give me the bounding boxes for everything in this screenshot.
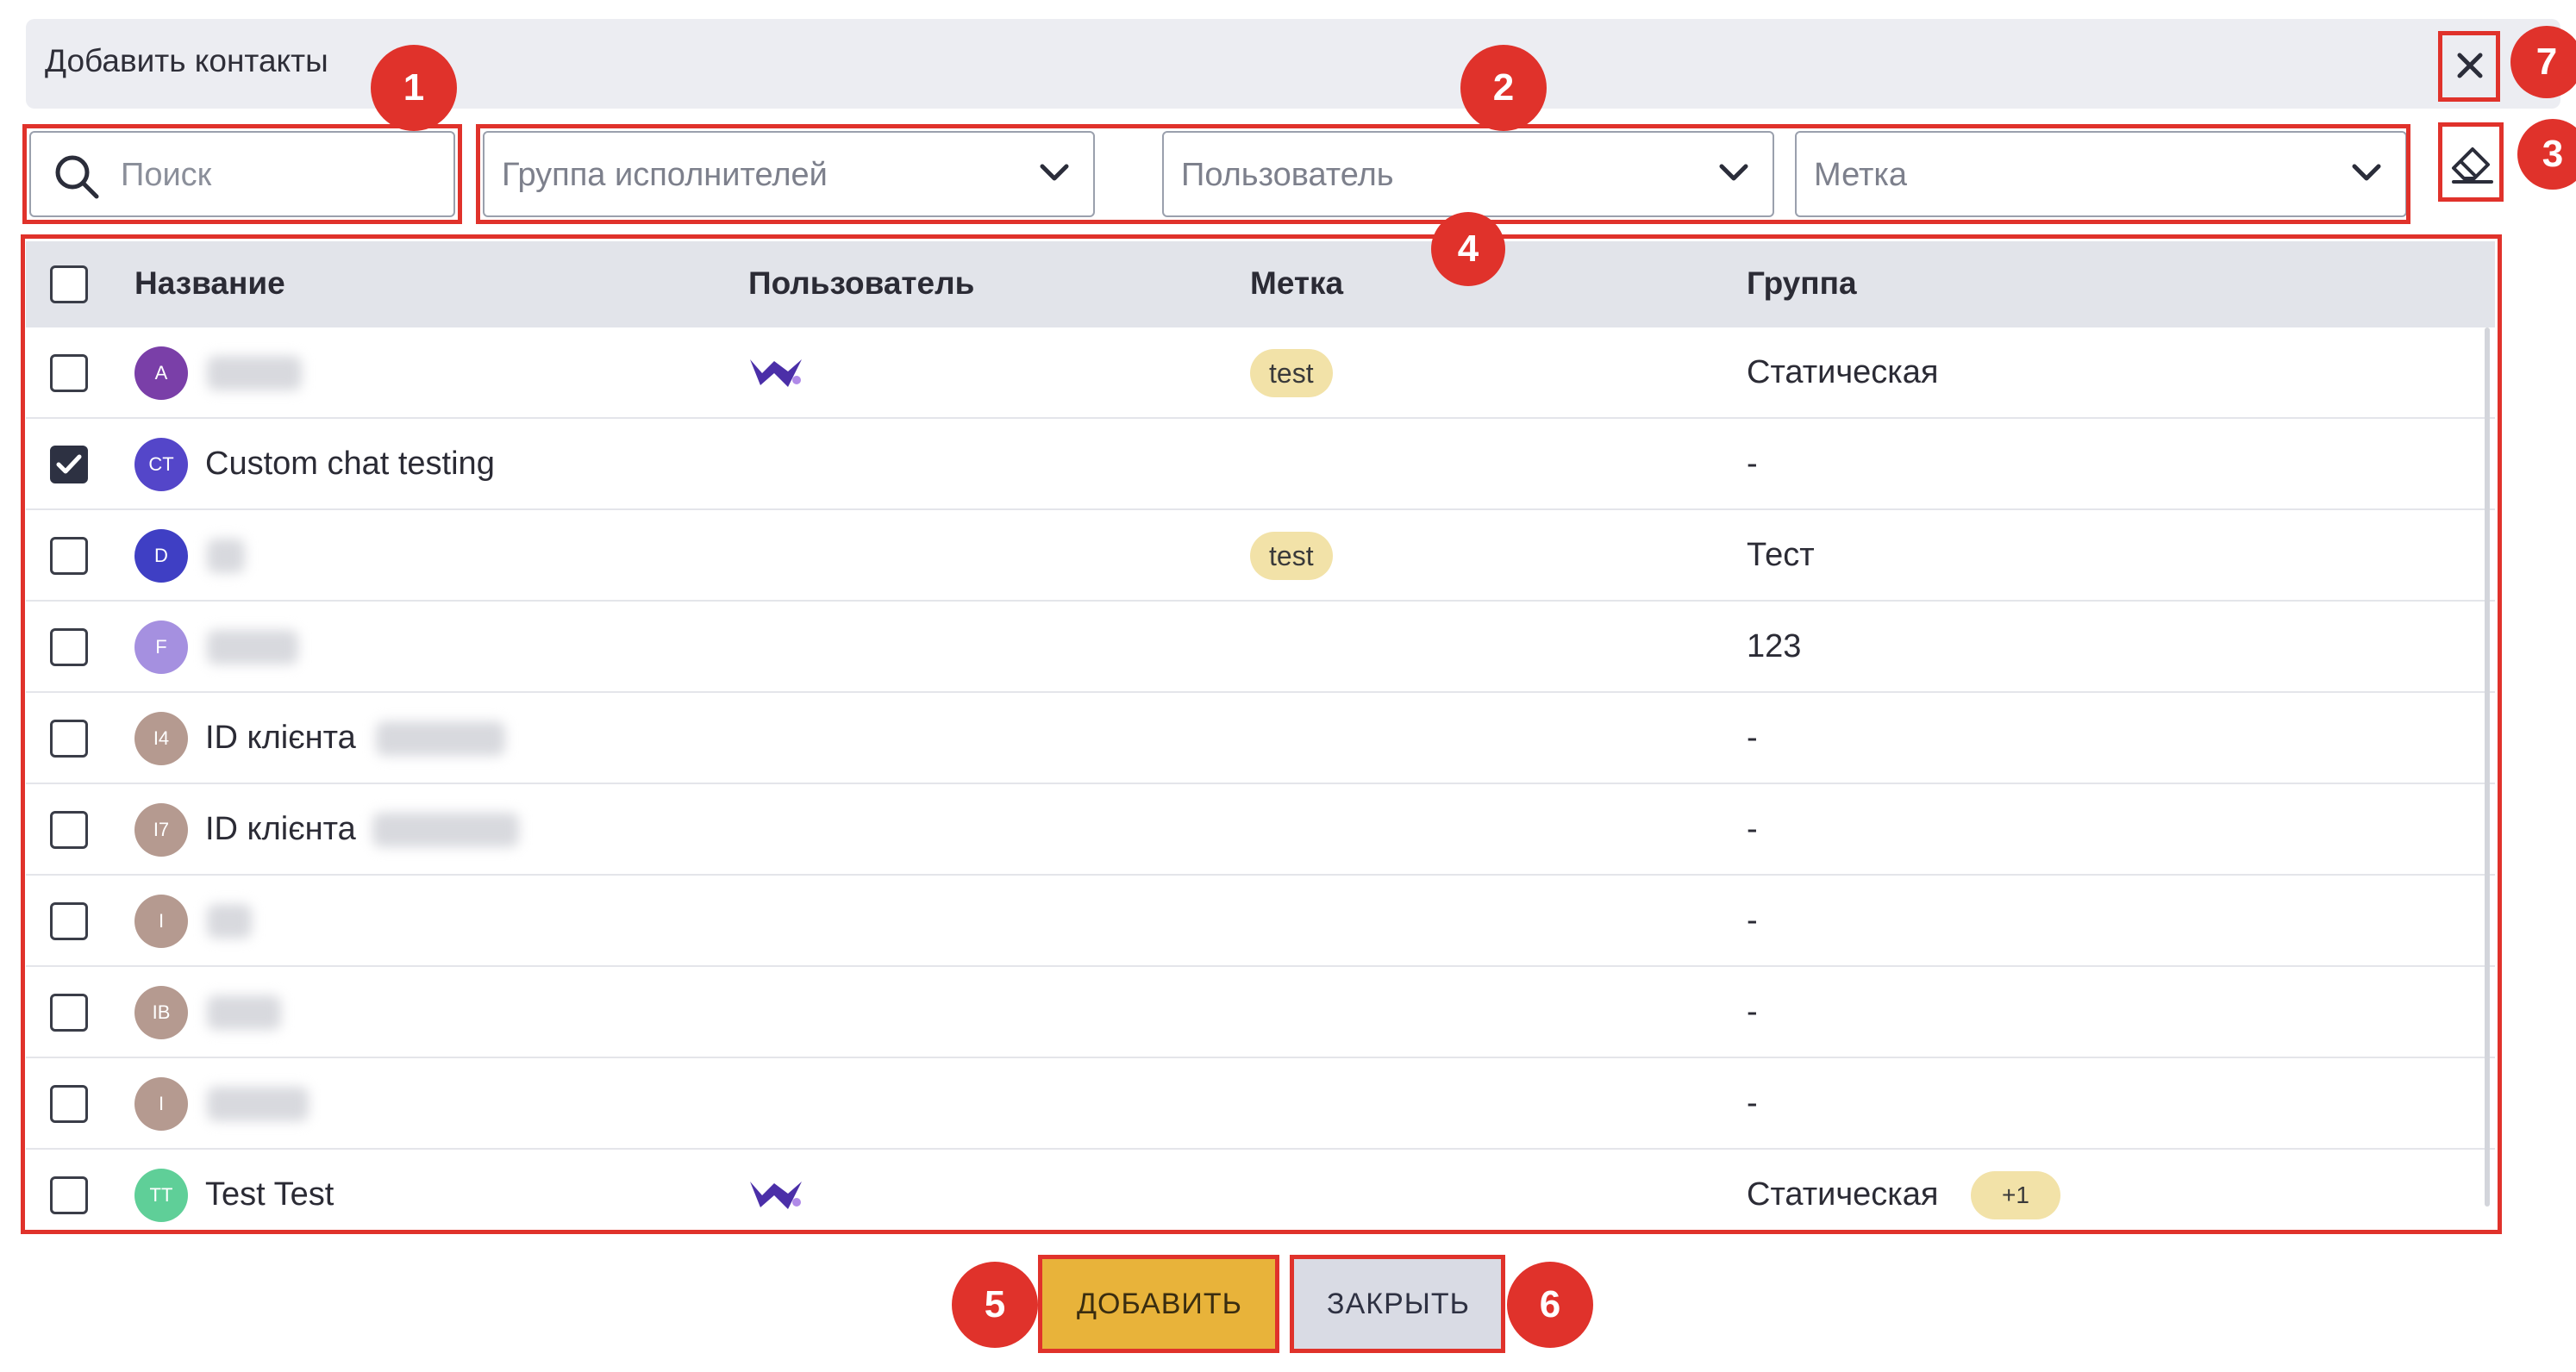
annotation-box-close-x [2438,31,2500,102]
annotation-box-eraser [2438,122,2504,202]
marker-2: 2 [1460,45,1547,131]
annotation-box-search [22,124,462,224]
annotation-box-close [1290,1255,1505,1353]
marker-7: 7 [2510,26,2576,98]
annotation-box-add [1038,1255,1279,1353]
marker-5: 5 [952,1262,1038,1348]
marker-1: 1 [371,45,457,131]
marker-6: 6 [1507,1262,1593,1348]
dialog-title: Добавить контакты [45,43,328,78]
marker-4: 4 [1431,212,1505,286]
annotation-box-filters [476,124,2410,224]
marker-3: 3 [2517,119,2576,190]
annotation-box-table [21,234,2502,1234]
